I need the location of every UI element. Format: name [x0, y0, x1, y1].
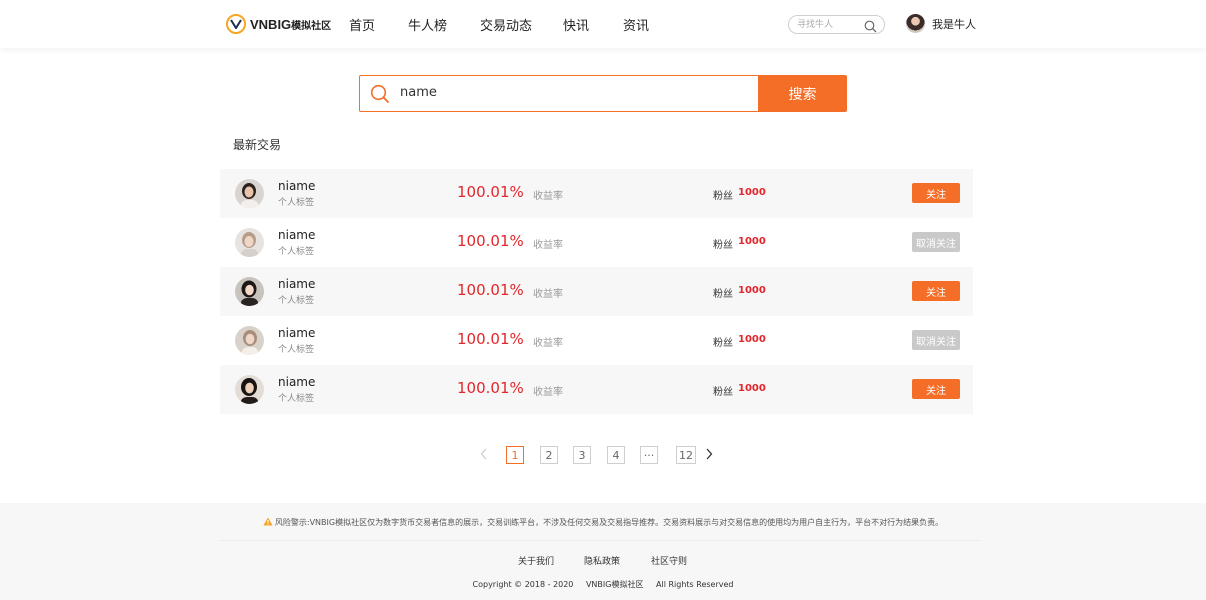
trader-row: niame 个人标签 100.01% 收益率 粉丝 1000 取消关注 — [220, 316, 973, 365]
trader-row: niame 个人标签 100.01% 收益率 粉丝 1000 关注 — [220, 267, 973, 316]
user-avatar — [906, 14, 925, 33]
trader-avatar[interactable] — [235, 228, 264, 257]
footer: 风险警示:VNBIG模拟社区仅为数字货币交易者信息的展示，交易训练平台，不涉及任… — [0, 503, 1206, 600]
risk-warning: 风险警示:VNBIG模拟社区仅为数字货币交易者信息的展示，交易训练平台，不涉及任… — [0, 517, 1206, 528]
footer-divider — [220, 540, 980, 541]
page-4[interactable]: 4 — [607, 446, 625, 464]
risk-warning-text: 风险警示:VNBIG模拟社区仅为数字货币交易者信息的展示，交易训练平台，不涉及任… — [274, 518, 944, 527]
search-button[interactable]: 搜索 — [758, 75, 847, 112]
main-search-value: name — [400, 85, 437, 100]
return-rate-label: 收益率 — [533, 338, 563, 349]
fans-count: 1000 — [738, 285, 766, 296]
trader-row: niame 个人标签 100.01% 收益率 粉丝 1000 关注 — [220, 365, 973, 414]
footer-link-privacy[interactable]: 隐私政策 — [584, 554, 620, 567]
trader-tag: 个人标签 — [278, 394, 315, 404]
nav-top-traders[interactable]: 牛人榜 — [408, 15, 447, 34]
page-ellipsis[interactable]: ··· — [640, 446, 658, 464]
logo[interactable]: VNBIG模拟社区 — [226, 14, 331, 34]
trader-row: niame 个人标签 100.01% 收益率 粉丝 1000 取消关注 — [220, 218, 973, 267]
search-icon — [370, 84, 390, 108]
main-search-input[interactable]: name — [359, 75, 758, 112]
page-12[interactable]: 12 — [676, 446, 696, 464]
user-name: 我是牛人 — [932, 17, 976, 31]
search-icon[interactable] — [864, 18, 877, 37]
follow-button[interactable]: 关注 — [912, 281, 960, 301]
return-rate-label: 收益率 — [533, 240, 563, 251]
return-rate: 100.01% — [457, 379, 524, 397]
footer-links: 关于我们 隐私政策 社区守则 — [0, 554, 1206, 568]
next-page-icon[interactable] — [705, 448, 713, 463]
return-rate-label: 收益率 — [533, 387, 563, 398]
follow-button[interactable]: 关注 — [912, 183, 960, 203]
footer-link-about[interactable]: 关于我们 — [518, 554, 554, 567]
nav-home[interactable]: 首页 — [349, 15, 375, 34]
return-rate-label: 收益率 — [533, 289, 563, 300]
trader-name[interactable]: niame — [278, 277, 315, 291]
trader-name[interactable]: niame — [278, 228, 315, 242]
trader-avatar[interactable] — [235, 375, 264, 404]
fans-label: 粉丝 — [713, 289, 733, 300]
pagination: 1 2 3 4 ··· 12 — [0, 446, 1206, 464]
nav-trade-feed[interactable]: 交易动态 — [480, 15, 532, 34]
return-rate: 100.01% — [457, 232, 524, 250]
prev-page-icon[interactable] — [480, 448, 488, 463]
copyright-text: Copyright © 2018 - 2020 — [472, 580, 574, 589]
fans-count: 1000 — [738, 383, 766, 394]
return-rate-label: 收益率 — [533, 191, 563, 202]
fans-count: 1000 — [738, 236, 766, 247]
copyright-rights: All Rights Reserved — [656, 580, 734, 589]
trader-list: niame 个人标签 100.01% 收益率 粉丝 1000 关注 niame … — [220, 169, 973, 414]
trader-avatar[interactable] — [235, 277, 264, 306]
trader-tag: 个人标签 — [278, 198, 315, 208]
top-header: VNBIG模拟社区 首页 牛人榜 交易动态 快讯 资讯 我是牛人 — [0, 0, 1206, 48]
nav-flash-news[interactable]: 快讯 — [563, 15, 589, 34]
trader-avatar[interactable] — [235, 179, 264, 208]
warning-icon — [263, 517, 273, 528]
logo-v-icon — [226, 14, 246, 34]
follow-button[interactable]: 关注 — [912, 379, 960, 399]
unfollow-button[interactable]: 取消关注 — [912, 232, 960, 252]
trader-name[interactable]: niame — [278, 375, 315, 389]
unfollow-button[interactable]: 取消关注 — [912, 330, 960, 350]
trader-tag: 个人标签 — [278, 247, 315, 257]
page-3[interactable]: 3 — [573, 446, 591, 464]
fans-label: 粉丝 — [713, 191, 733, 202]
page-1[interactable]: 1 — [506, 446, 524, 464]
header-search-input[interactable] — [797, 18, 861, 32]
trader-name[interactable]: niame — [278, 326, 315, 340]
trader-row: niame 个人标签 100.01% 收益率 粉丝 1000 关注 — [220, 169, 973, 218]
return-rate: 100.01% — [457, 183, 524, 201]
fans-label: 粉丝 — [713, 387, 733, 398]
user-menu[interactable]: 我是牛人 — [906, 14, 976, 33]
trader-name[interactable]: niame — [278, 179, 315, 193]
page-2[interactable]: 2 — [540, 446, 558, 464]
footer-link-rules[interactable]: 社区守则 — [651, 554, 687, 567]
return-rate: 100.01% — [457, 281, 524, 299]
section-title: 最新交易 — [233, 138, 282, 152]
copyright-brand: VNBIG模拟社区 — [585, 580, 644, 589]
return-rate: 100.01% — [457, 330, 524, 348]
header-search — [788, 15, 885, 34]
fans-count: 1000 — [738, 187, 766, 198]
trader-avatar[interactable] — [235, 326, 264, 355]
nav-news[interactable]: 资讯 — [623, 15, 649, 34]
fans-count: 1000 — [738, 334, 766, 345]
fans-label: 粉丝 — [713, 338, 733, 349]
main-search: name 搜索 — [359, 75, 847, 112]
trader-tag: 个人标签 — [278, 296, 315, 306]
fans-label: 粉丝 — [713, 240, 733, 251]
logo-text: VNBIG模拟社区 — [250, 16, 332, 32]
trader-tag: 个人标签 — [278, 345, 315, 355]
copyright: Copyright © 2018 - 2020 VNBIG模拟社区 All Ri… — [0, 579, 1206, 590]
